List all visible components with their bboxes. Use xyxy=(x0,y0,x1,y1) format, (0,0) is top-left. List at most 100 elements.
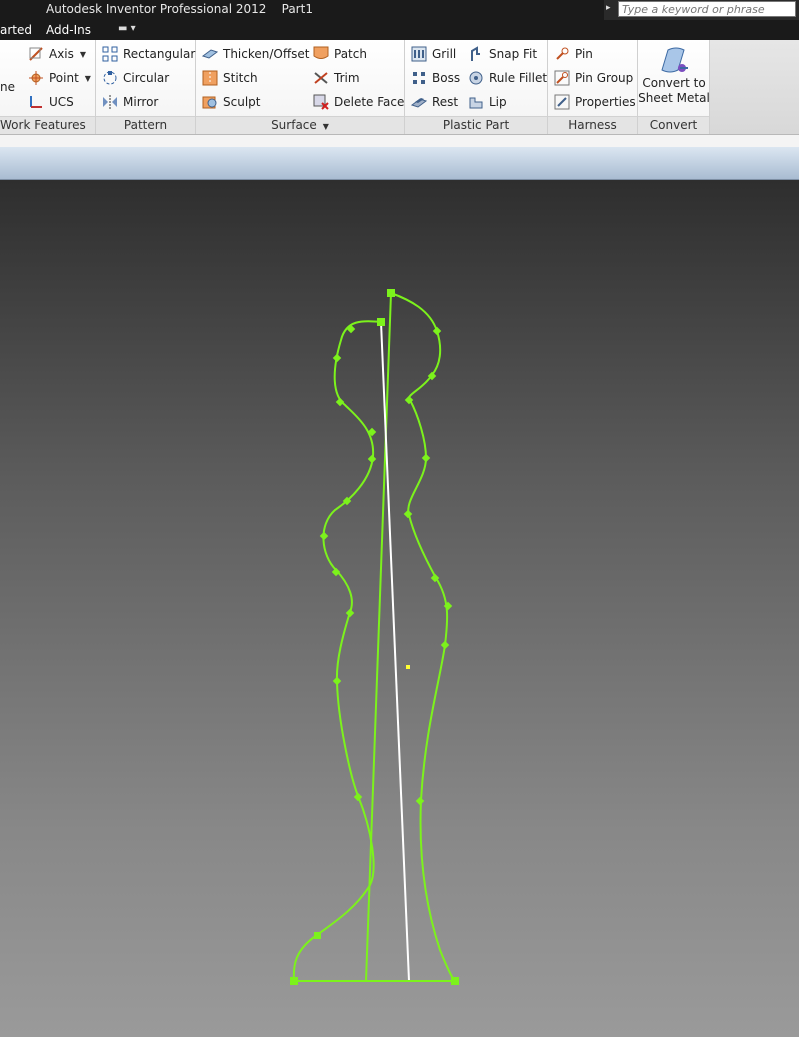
pin-group-icon xyxy=(554,70,570,86)
lip-label: Lip xyxy=(489,95,507,109)
grill-button[interactable]: Grill xyxy=(411,43,456,65)
view-cube-dropdown-icon[interactable]: ▬ ▾ xyxy=(118,23,136,34)
work-plane-label[interactable]: ne xyxy=(0,76,15,98)
chevron-down-icon: ▼ xyxy=(84,73,91,83)
convert-label-line2: Sheet Metal xyxy=(638,91,710,105)
stitch-label: Stitch xyxy=(223,71,258,85)
convert-to-sheet-metal-button[interactable]: Convert to Sheet Metal xyxy=(638,44,710,116)
trim-label: Trim xyxy=(334,71,360,85)
axis-icon xyxy=(28,46,44,62)
trim-icon xyxy=(313,70,329,86)
thicken-offset-button[interactable]: Thicken/Offset xyxy=(201,43,310,65)
spline-point[interactable] xyxy=(415,796,425,806)
stitch-icon xyxy=(202,70,218,86)
sketch-spline-right[interactable] xyxy=(390,292,456,982)
sheet-metal-icon xyxy=(658,44,690,76)
search-expand-icon[interactable]: ▸ xyxy=(606,3,616,17)
rule-fillet-button[interactable]: Rule Fillet xyxy=(468,67,547,89)
tab-add-ins[interactable]: Add-Ins xyxy=(46,23,91,37)
mirror-label: Mirror xyxy=(123,95,159,109)
boss-label: Boss xyxy=(432,71,461,85)
sketch-canvas[interactable] xyxy=(0,180,799,1037)
snap-fit-icon xyxy=(468,46,484,62)
thicken-label: Thicken/Offset xyxy=(223,47,310,61)
panel-label-harness: Harness xyxy=(548,116,637,134)
ucs-icon xyxy=(28,94,44,110)
trim-button[interactable]: Trim xyxy=(313,67,360,89)
panel-label-pattern: Pattern xyxy=(96,116,195,134)
snap-fit-button[interactable]: Snap Fit xyxy=(468,43,537,65)
chevron-down-icon: ▼ xyxy=(322,122,329,131)
patch-icon xyxy=(313,46,329,62)
sketch-endpoint[interactable] xyxy=(387,289,395,297)
spline-point[interactable] xyxy=(335,397,345,407)
spline-point[interactable] xyxy=(367,454,377,464)
pin-icon xyxy=(554,46,570,62)
document-tab-gap xyxy=(0,135,799,147)
spline-point[interactable] xyxy=(440,640,450,650)
ribbon-tab-bar: arted Add-Ins ▬ ▾ xyxy=(0,20,799,40)
panel-surface: Thicken/Offset Stitch Sculpt Patch Trim … xyxy=(196,40,405,134)
chevron-down-icon: ▼ xyxy=(79,49,87,59)
spline-point[interactable] xyxy=(332,676,342,686)
rest-button[interactable]: Rest xyxy=(410,91,459,113)
convert-label-line1: Convert to xyxy=(642,76,706,90)
sketch-center-point[interactable] xyxy=(406,665,410,669)
spline-point[interactable] xyxy=(331,567,341,577)
patch-label: Patch xyxy=(334,47,367,61)
axis-button[interactable]: Axis ▼ xyxy=(28,43,86,65)
grill-icon xyxy=(411,46,427,62)
sketch-spline-left[interactable] xyxy=(292,320,382,982)
boss-button[interactable]: Boss xyxy=(411,67,460,89)
ucs-label: UCS xyxy=(49,95,74,109)
rest-label: Rest xyxy=(432,95,459,109)
panel-plastic-part: Grill Boss Rest Snap Fit Rule Fillet Lip… xyxy=(405,40,548,134)
rectangular-label: Rectangular xyxy=(123,47,196,61)
search-input[interactable] xyxy=(618,1,796,17)
sketch-center-line[interactable] xyxy=(380,321,410,982)
spline-point[interactable] xyxy=(319,531,329,541)
rectangular-pattern-button[interactable]: Rectangular xyxy=(102,43,195,65)
spline-point[interactable] xyxy=(421,453,431,463)
tab-get-started[interactable]: arted xyxy=(0,23,32,37)
graphics-window[interactable] xyxy=(0,180,799,1037)
sculpt-button[interactable]: Sculpt xyxy=(202,91,260,113)
ucs-button[interactable]: UCS xyxy=(28,91,74,113)
spline-point[interactable] xyxy=(345,608,355,618)
sketch-endpoint[interactable] xyxy=(290,977,298,985)
ribbon-empty-area xyxy=(710,40,799,134)
panel-label-surface[interactable]: Surface ▼ xyxy=(196,116,404,134)
sketch-endpoint[interactable] xyxy=(451,977,459,985)
axis-label: Axis xyxy=(49,47,74,61)
sketch-endpoint[interactable] xyxy=(314,932,321,939)
lip-icon xyxy=(468,94,484,110)
properties-icon xyxy=(554,94,570,110)
circular-pattern-button[interactable]: Circular xyxy=(102,67,169,89)
document-tab-strip xyxy=(0,147,799,180)
boss-icon xyxy=(411,70,427,86)
delete-face-label: Delete Face xyxy=(334,95,405,109)
delete-face-button[interactable]: Delete Face xyxy=(313,91,404,113)
point-button[interactable]: Point ▼ xyxy=(28,67,91,89)
spline-points xyxy=(319,324,453,806)
rule-fillet-icon xyxy=(468,70,484,86)
stitch-button[interactable]: Stitch xyxy=(202,67,258,89)
point-icon xyxy=(28,70,44,86)
mirror-icon xyxy=(102,94,118,110)
spline-point[interactable] xyxy=(353,792,363,802)
sketch-line-inner[interactable] xyxy=(365,292,392,982)
title-bar: Autodesk Inventor Professional 2012 Part… xyxy=(0,0,799,20)
spline-point[interactable] xyxy=(403,509,413,519)
properties-button[interactable]: Properties xyxy=(554,91,636,113)
spline-point[interactable] xyxy=(332,353,342,363)
lip-button[interactable]: Lip xyxy=(468,91,507,113)
pin-button[interactable]: Pin xyxy=(554,43,593,65)
panel-label-work-features: Work Features xyxy=(0,116,95,134)
patch-button[interactable]: Patch xyxy=(313,43,367,65)
grill-label: Grill xyxy=(432,47,457,61)
delete-face-icon xyxy=(313,94,329,110)
pin-group-button[interactable]: Pin Group xyxy=(554,67,633,89)
sketch-endpoint[interactable] xyxy=(377,318,385,326)
spline-point[interactable] xyxy=(432,326,442,336)
mirror-button[interactable]: Mirror xyxy=(102,91,158,113)
